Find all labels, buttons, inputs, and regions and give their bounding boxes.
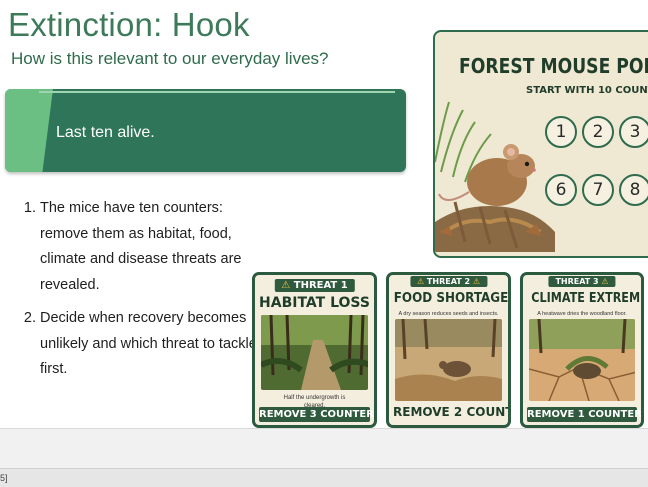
threat-action-label: REMOVE 2 COUNTERS	[393, 405, 508, 419]
banner-text: Last ten alive.	[56, 124, 155, 141]
mouse-illustration	[435, 101, 555, 252]
threat-heading: FOOD SHORTAGE	[393, 291, 509, 306]
warning-triangle-icon: ⚠	[416, 277, 425, 286]
poster-title: FOREST MOUSE POP	[459, 54, 648, 78]
counter-1: 1	[545, 116, 577, 148]
hook-banner: Last ten alive.	[5, 89, 406, 172]
threat-card-climate-extreme: THREAT 3 ⚠ CLIMATE EXTREME A heatwave dr…	[520, 272, 644, 428]
status-bar: 5]	[0, 468, 648, 487]
list-item: Decide when recovery becomes unlikely an…	[40, 306, 272, 383]
threat-ribbon: ⚠ THREAT 2 ⚠	[409, 276, 488, 287]
threat-card-food-shortage: ⚠ THREAT 2 ⚠ FOOD SHORTAGE A dry season …	[386, 272, 511, 428]
banner-accent-stripe	[5, 89, 53, 172]
threat-action-label: REMOVE 1 COUNTER	[527, 407, 642, 422]
slide-title: Extinction: Hook	[8, 6, 250, 43]
threat-heading: HABITAT LOSS	[259, 295, 370, 311]
counter-2: 2	[582, 116, 614, 148]
slide-canvas: Extinction: Hook How is this relevant to…	[0, 0, 648, 428]
banner-highlight-line	[39, 91, 395, 93]
threat-ribbon: THREAT 3 ⚠	[548, 276, 616, 287]
counter-8: 8	[619, 174, 648, 206]
slide-subtitle: How is this relevant to our everyday liv…	[11, 49, 329, 68]
warning-triangle-icon: ⚠	[281, 280, 291, 291]
threat-ribbon: ⚠ THREAT 1	[274, 279, 355, 292]
threat-heading: CLIMATE EXTREME	[531, 291, 644, 306]
threat-caption: A heatwave dries the woodland floor.	[537, 311, 627, 317]
instruction-list: The mice have ten counters: remove them …	[20, 196, 272, 383]
counter-7: 7	[582, 174, 614, 206]
threat-caption: A dry season reduces seeds and insects.	[398, 311, 499, 317]
threat-action-label: REMOVE 3 COUNTERS	[259, 407, 377, 422]
forest-path-image	[261, 315, 368, 390]
threat-card-habitat-loss: ⚠ THREAT 1 HABITAT LOSS Half the undergr…	[252, 272, 377, 428]
population-poster: FOREST MOUSE POP START WITH 10 COUNTERS …	[433, 30, 648, 258]
counter-6: 6	[545, 174, 577, 206]
cracked-earth-image	[529, 319, 635, 401]
slide-number: 5]	[0, 473, 8, 483]
notes-pane[interactable]	[0, 428, 648, 469]
dry-woodland-mouse-image	[395, 319, 502, 401]
list-item: The mice have ten counters: remove them …	[40, 196, 272, 299]
warning-triangle-icon: ⚠	[601, 277, 609, 286]
counter-3: 3	[619, 116, 648, 148]
warning-triangle-icon: ⚠	[472, 277, 481, 286]
